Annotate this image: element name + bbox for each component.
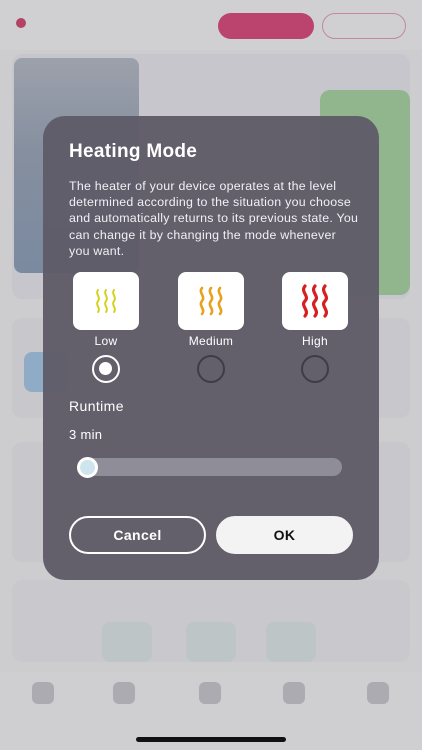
home-indicator [136, 737, 286, 742]
heating-mode-dialog: Heating Mode The heater of your device o… [43, 116, 379, 580]
mode-option-medium[interactable]: Medium [178, 272, 244, 348]
mode-label-high: High [302, 334, 328, 348]
mode-tile-low[interactable] [73, 272, 139, 330]
runtime-value: 3 min [69, 427, 103, 442]
runtime-slider-track[interactable] [78, 458, 342, 476]
cancel-button[interactable]: Cancel [69, 516, 206, 554]
radio-low[interactable] [92, 355, 120, 383]
dialog-title: Heating Mode [69, 141, 198, 162]
ok-button[interactable]: OK [216, 516, 353, 554]
mode-tile-high[interactable] [282, 272, 348, 330]
runtime-label: Runtime [69, 398, 124, 414]
mode-label-medium: Medium [188, 334, 234, 348]
dialog-description: The heater of your device operates at th… [69, 179, 359, 258]
mode-tile-medium[interactable] [178, 272, 244, 330]
heat-waves-high-icon [301, 284, 329, 318]
runtime-slider-thumb[interactable] [77, 457, 98, 478]
mode-label-low: Low [94, 334, 118, 348]
mode-option-high[interactable]: High [282, 272, 348, 348]
heat-waves-low-icon [96, 289, 116, 313]
radio-medium[interactable] [197, 355, 225, 383]
heat-waves-medium-icon [199, 286, 223, 316]
radio-high[interactable] [301, 355, 329, 383]
mode-option-low[interactable]: Low [73, 272, 139, 348]
